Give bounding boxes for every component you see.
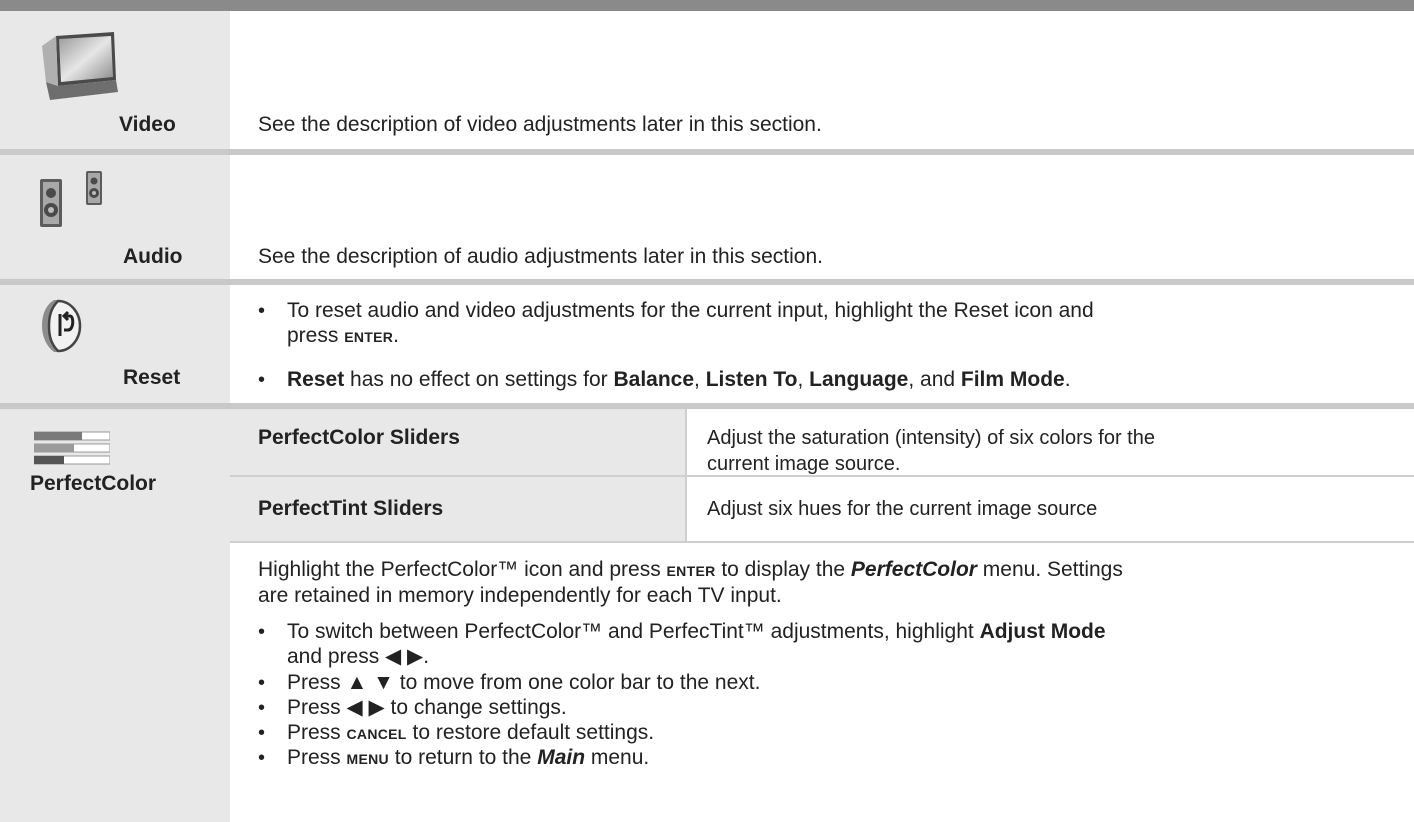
bullet: • (258, 672, 266, 694)
perfectcolor-bullet-3: Press ◀ ▶ to change settings. (287, 696, 567, 719)
enter-key: ENTER (666, 563, 716, 579)
bullet: • (258, 369, 266, 391)
top-bar (0, 0, 1414, 11)
video-description: See the description of video adjustments… (258, 113, 822, 136)
perfectcolor-intro-line-1: Highlight the PerfectColor™ icon and pre… (258, 558, 1123, 581)
perfectcolor-bullet-5: Press MENU to return to the Main menu. (287, 746, 650, 769)
cancel-key: CANCEL (346, 726, 407, 742)
perfectcolor-sliders-label: PerfectColor Sliders (258, 426, 460, 449)
perfectcolor-bullet-2: Press ▲ ▼ to move from one color bar to … (287, 671, 761, 694)
bullet: • (258, 747, 266, 769)
reset-icon-cell (0, 285, 230, 403)
perfecttint-sliders-text: Adjust six hues for the current image so… (707, 498, 1098, 520)
subtable-row-divider (230, 541, 1414, 543)
tv-icon (42, 32, 118, 100)
perfectcolor-bullet-4: Press CANCEL to restore default settings… (287, 721, 655, 744)
reset-label: Reset (123, 366, 181, 389)
bullet: • (258, 621, 266, 643)
video-label: Video (119, 113, 176, 136)
perfecttint-sliders-label: PerfectTint Sliders (258, 497, 444, 520)
menu-name: Main (537, 746, 586, 769)
speakers-icon (40, 171, 102, 227)
perfectcolor-bullet-1-line-2: and press ◀ ▶. (287, 645, 430, 668)
perfectcolor-icon-cell (0, 409, 230, 822)
menu-key: MENU (346, 751, 389, 767)
reset-bullet-1-line-1: To reset audio and video adjustments for… (287, 299, 1094, 322)
reset-bullet-1-line-2: press ENTER. (287, 324, 399, 347)
perfectcolor-sliders-text-line-1: Adjust the saturation (intensity) of six… (707, 427, 1155, 449)
perfectcolor-sliders-text-line-2: current image source. (707, 453, 901, 475)
perfectcolor-bullet-1-line-1: To switch between PerfectColor™ and Perf… (287, 620, 1106, 643)
menu-name: PerfectColor (850, 558, 977, 581)
reset-icon (42, 299, 82, 353)
color-bars-icon (34, 431, 110, 465)
bullet: • (258, 300, 266, 322)
reset-bullet-2: Reset has no effect on settings for Bala… (287, 368, 1071, 391)
audio-description: See the description of audio adjustments… (258, 245, 823, 268)
audio-label: Audio (123, 245, 183, 268)
perfectcolor-label: PerfectColor (30, 472, 157, 495)
bullet: • (258, 697, 266, 719)
bullet: • (258, 722, 266, 744)
enter-key: ENTER (344, 329, 394, 345)
perfectcolor-intro-line-2: are retained in memory independently for… (258, 584, 782, 607)
